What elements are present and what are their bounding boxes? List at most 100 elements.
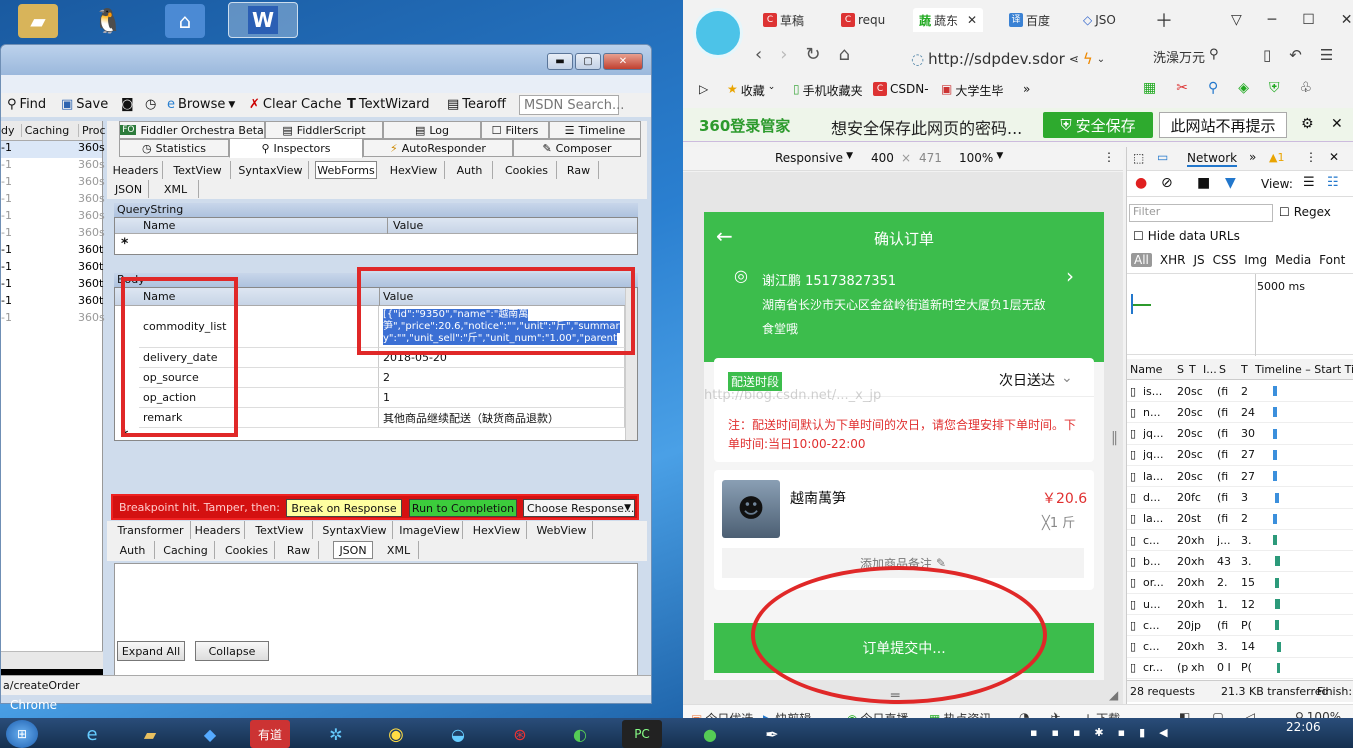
height-input[interactable]: 471 <box>919 151 942 165</box>
resp-tab-textview[interactable]: TextView <box>247 521 313 539</box>
tab-request[interactable]: Crequ <box>841 8 885 32</box>
taskbar-pycharm[interactable]: PC <box>622 720 662 748</box>
inspect-icon[interactable]: ⬚ <box>1133 151 1144 165</box>
resp-tab-cookies[interactable]: Cookies <box>219 541 275 559</box>
resp-tab-imageview[interactable]: ImageView <box>397 521 463 539</box>
resp-tab-syntaxview[interactable]: SyntaxView <box>317 521 393 539</box>
minimize-icon[interactable]: ─ <box>1268 12 1276 28</box>
session-row[interactable]: -1 360s <box>1 226 105 243</box>
tab-json[interactable]: ◇ JSO <box>1083 8 1116 32</box>
search-icon[interactable]: ⚲ <box>1208 80 1218 96</box>
network-column-header[interactable]: Timeline – Start Ti <box>1255 363 1353 376</box>
tab-fiddler-orchestra[interactable]: FO Fiddler Orchestra Beta <box>119 121 265 139</box>
column-header[interactable]: dy <box>1 124 21 137</box>
network-column-header[interactable]: I... <box>1203 363 1217 376</box>
type-filter[interactable]: Img <box>1244 253 1267 267</box>
qq-icon[interactable]: 🐧 <box>88 4 128 38</box>
save-button[interactable]: ▣ Save <box>61 97 108 112</box>
tab-composer[interactable]: ✎ Composer <box>513 139 641 157</box>
chevron-right-icon[interactable]: › <box>1066 264 1074 288</box>
tab-baidu[interactable]: 译百度 <box>1009 8 1050 32</box>
network-row[interactable]: ▯ c... 20 xh j... 3. <box>1127 530 1353 552</box>
volume-icon[interactable]: ◀ <box>1159 726 1167 739</box>
bookmark-favorites[interactable]: ★ 收藏 ⌄ <box>727 82 775 99</box>
querystring-grid[interactable]: Name Value * <box>114 217 638 255</box>
tearoff-button[interactable]: ▤ Tearoff <box>447 97 506 112</box>
session-row[interactable]: -1 360s <box>1 209 105 226</box>
tray-icon[interactable]: ▪ <box>1073 726 1080 739</box>
taskbar-app3[interactable]: ◒ <box>438 720 478 748</box>
resize-handle-icon[interactable]: ═ <box>891 688 899 704</box>
taskbar-youdao[interactable]: 有道 <box>250 720 290 748</box>
close-icon[interactable]: ✕ <box>1341 12 1353 28</box>
tray-icon[interactable]: ▪ <box>1118 726 1125 739</box>
new-tab-button[interactable]: ＋ <box>1155 8 1173 32</box>
start-button[interactable]: ⊞ <box>6 720 38 748</box>
type-filter[interactable]: Font <box>1319 253 1345 267</box>
network-row[interactable]: ▯ la... 20 sc (fi 27 <box>1127 466 1353 488</box>
expand-all-button[interactable]: Expand All <box>117 641 185 661</box>
more-tabs-icon[interactable]: » <box>1249 150 1256 164</box>
record-icon[interactable]: ● <box>1135 175 1147 191</box>
network-row[interactable]: ▯ d... 20 fc (fi 3 <box>1127 488 1353 509</box>
close-icon[interactable]: ✕ <box>967 13 977 27</box>
shield-icon[interactable]: ⛨ <box>1269 80 1280 96</box>
tab-log[interactable]: ▤ Log <box>383 121 481 139</box>
req-tab-webforms[interactable]: WebForms <box>315 161 377 179</box>
type-filter[interactable]: XHR <box>1160 253 1186 267</box>
network-row[interactable]: ▯ b... 20 xh 43 3. <box>1127 551 1353 573</box>
req-tab-cookies[interactable]: Cookies <box>497 161 557 179</box>
camera-button[interactable]: ◙ <box>121 97 134 112</box>
bluetooth-icon[interactable]: ✱ <box>1094 726 1103 739</box>
tab-timeline[interactable]: ☰ Timeline <box>549 121 641 139</box>
tab-inspectors[interactable]: ⚲ Inspectors <box>229 138 363 158</box>
collapse-button[interactable]: Collapse <box>195 641 269 661</box>
network-column-header[interactable]: Name <box>1130 363 1162 376</box>
type-filter[interactable]: Media <box>1275 253 1311 267</box>
msdn-search-input[interactable]: MSDN Search... <box>519 95 624 115</box>
browse-button[interactable]: e Browse ▼ <box>167 97 235 112</box>
session-hscrollbar[interactable] <box>1 651 103 669</box>
tray-icon[interactable]: ▪ <box>1051 726 1058 739</box>
lightning-icon[interactable]: ϟ <box>1083 50 1093 68</box>
resp-tab-auth[interactable]: Auth <box>111 541 155 559</box>
network-row[interactable]: ▯ u... 20 xh 1. 12 <box>1127 594 1353 615</box>
req-tab-headers[interactable]: Headers <box>109 161 163 179</box>
timer-button[interactable]: ◷ <box>145 97 156 112</box>
corner-resize-icon[interactable]: ◢ <box>1109 688 1118 702</box>
filter-icon[interactable]: ▼ <box>1225 175 1236 191</box>
network-row[interactable]: ▯ jq... 20 sc (fi 30 <box>1127 424 1353 445</box>
session-row[interactable]: -1 360s <box>1 158 105 175</box>
shirt-icon[interactable]: ▽ <box>1231 12 1242 28</box>
body-row-value[interactable]: 其他商品继续配送（缺货商品退款） <box>379 408 625 428</box>
resp-tab-hexview[interactable]: HexView <box>467 521 527 539</box>
network-row[interactable]: ▯ n... 20 sc (fi 24 <box>1127 402 1353 424</box>
tab-filters[interactable]: ☐ Filters <box>481 121 549 139</box>
session-row[interactable]: -1 360t <box>1 277 103 294</box>
never-for-site-button[interactable]: 此网站不再提示 <box>1159 112 1287 138</box>
network-row[interactable]: ▯ jq... 20 sc (fi 27 <box>1127 445 1353 466</box>
resp-tab-headers[interactable]: Headers <box>191 521 245 539</box>
clock[interactable]: 22:06 <box>1286 720 1321 734</box>
taskbar-chrome[interactable]: ◉ <box>376 720 416 748</box>
session-row[interactable]: -1 360s <box>1 141 105 158</box>
session-list[interactable]: dy Caching Proc -1 360s -1 360s -1 360s -1 360s… <box>1 121 106 651</box>
taskbar-360[interactable]: ◐ <box>560 720 600 748</box>
scissors-icon[interactable]: ✂ <box>1176 80 1188 96</box>
body-row-value[interactable]: 1 <box>379 388 625 408</box>
network-row[interactable]: ▯ la... 20st (fi 2 <box>1127 509 1353 530</box>
hide-data-urls-checkbox[interactable]: ☐ Hide data URLs <box>1133 229 1240 243</box>
type-filter[interactable]: All <box>1131 253 1152 267</box>
zoom-select[interactable]: 100% ▼ <box>959 151 1003 165</box>
session-row[interactable]: -1 360s <box>1 311 105 328</box>
session-row[interactable]: -1 360t <box>1 243 103 260</box>
home-icon[interactable]: ⌂ <box>839 44 850 65</box>
tray-icon[interactable]: ▪ <box>1030 726 1037 739</box>
req-tab-hexview[interactable]: HexView <box>383 161 445 179</box>
save-password-button[interactable]: ⛨ 安全保存 <box>1043 112 1153 138</box>
share-icon[interactable]: ⋖ <box>1069 52 1079 66</box>
close-icon[interactable]: ✕ <box>1331 116 1343 132</box>
taskbar-ie[interactable]: e <box>72 720 112 748</box>
req-tab-syntaxview[interactable]: SyntaxView <box>233 161 309 179</box>
delivery-select[interactable]: 次日送达 ⌄ <box>999 370 1073 390</box>
